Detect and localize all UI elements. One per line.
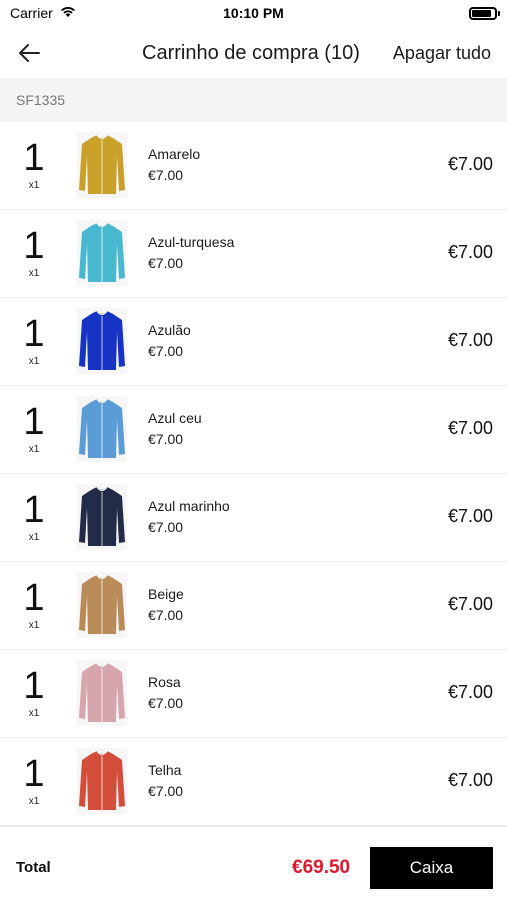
quantity: 1 x1	[14, 754, 54, 807]
product-name: Azul-turquesa	[148, 234, 235, 250]
cart-item-row[interactable]: 1 x1 Azul marinho €7.00 €7.00	[0, 474, 507, 562]
cardigan-icon	[79, 222, 125, 282]
quantity-value: 1	[23, 577, 45, 619]
product-name: Amarelo	[148, 146, 201, 162]
quantity: 1 x1	[14, 666, 54, 719]
cardigan-icon	[79, 574, 125, 634]
cardigan-icon	[79, 310, 125, 370]
cart-item-list: 1 x1 Amarelo €7.00 €7.00 1 x1 Azul-turqu…	[0, 122, 507, 826]
quantity: 1 x1	[14, 138, 54, 191]
quantity-value: 1	[23, 137, 45, 179]
quantity: 1 x1	[14, 226, 54, 279]
unit-price: €7.00	[148, 783, 184, 799]
cardigan-icon	[79, 662, 125, 722]
unit-price: €7.00	[148, 431, 184, 447]
page-title: Carrinho de compra (10)	[142, 42, 360, 64]
line-price: €7.00	[447, 418, 493, 438]
battery-icon	[469, 7, 500, 20]
cart-item-row[interactable]: 1 x1 Beige €7.00 €7.00	[0, 562, 507, 650]
quantity: 1 x1	[14, 578, 54, 631]
product-thumbnail	[77, 748, 127, 814]
quantity-value: 1	[23, 225, 45, 267]
product-name: Azulão	[148, 322, 191, 338]
unit-price: €7.00	[148, 255, 184, 271]
quantity-multiplier: x1	[28, 620, 40, 631]
line-price: €7.00	[447, 506, 493, 526]
line-price: €7.00	[447, 594, 493, 614]
product-name: Telha	[148, 762, 182, 778]
product-thumbnail	[77, 132, 127, 198]
total-label: Total	[16, 859, 51, 876]
battery-fill	[472, 10, 491, 17]
quantity-value: 1	[23, 313, 45, 355]
quantity-value: 1	[23, 489, 45, 531]
product-thumbnail	[77, 660, 127, 726]
unit-price: €7.00	[148, 167, 184, 183]
product-code: SF1335	[16, 92, 66, 108]
nav-bar: Carrinho de compra (10) Apagar tudo	[0, 28, 507, 78]
line-price: €7.00	[447, 682, 493, 702]
total-value: €69.50	[292, 857, 351, 878]
product-name: Rosa	[148, 674, 181, 690]
unit-price: €7.00	[148, 695, 184, 711]
quantity-multiplier: x1	[28, 708, 40, 719]
line-price: €7.00	[447, 770, 493, 790]
product-name: Azul ceu	[148, 410, 202, 426]
quantity: 1 x1	[14, 490, 54, 543]
cardigan-icon	[79, 134, 125, 194]
cardigan-icon	[79, 398, 125, 458]
unit-price: €7.00	[148, 343, 184, 359]
quantity-multiplier: x1	[28, 356, 40, 367]
cart-item-row[interactable]: 1 x1 Amarelo €7.00 €7.00	[0, 122, 507, 210]
cardigan-icon	[79, 750, 125, 810]
product-thumbnail	[77, 484, 127, 550]
back-button[interactable]	[14, 39, 44, 67]
product-thumbnail	[77, 396, 127, 462]
line-price: €7.00	[447, 154, 493, 174]
quantity-multiplier: x1	[28, 796, 40, 807]
cart-item-row[interactable]: 1 x1 Azul ceu €7.00 €7.00	[0, 386, 507, 474]
unit-price: €7.00	[148, 607, 184, 623]
arrow-left-icon	[19, 44, 40, 62]
checkout-bar: Total €69.50 Caixa	[0, 826, 507, 900]
quantity: 1 x1	[14, 402, 54, 455]
cart-item-row[interactable]: 1 x1 Rosa €7.00 €7.00	[0, 650, 507, 738]
quantity-value: 1	[23, 665, 45, 707]
section-header: SF1335	[0, 78, 507, 122]
cart-item-row[interactable]: 1 x1 Telha €7.00 €7.00	[0, 738, 507, 826]
status-bar: Carrier 10:10 PM	[0, 0, 507, 28]
product-thumbnail	[77, 572, 127, 638]
cart-item-row[interactable]: 1 x1 Azulão €7.00 €7.00	[0, 298, 507, 386]
quantity-value: 1	[23, 401, 45, 443]
clear-all-button[interactable]: Apagar tudo	[393, 43, 491, 64]
quantity-multiplier: x1	[28, 180, 40, 191]
quantity-value: 1	[23, 753, 45, 795]
product-thumbnail	[77, 308, 127, 374]
product-name: Beige	[148, 586, 184, 602]
product-thumbnail	[77, 220, 127, 286]
quantity: 1 x1	[14, 314, 54, 367]
cardigan-icon	[79, 486, 125, 546]
quantity-multiplier: x1	[28, 444, 40, 455]
product-name: Azul marinho	[148, 498, 230, 514]
status-time: 10:10 PM	[223, 5, 284, 21]
cart-item-row[interactable]: 1 x1 Azul-turquesa €7.00 €7.00	[0, 210, 507, 298]
line-price: €7.00	[447, 242, 493, 262]
quantity-multiplier: x1	[28, 268, 40, 279]
checkout-button[interactable]: Caixa	[370, 847, 493, 889]
line-price: €7.00	[447, 330, 493, 350]
quantity-multiplier: x1	[28, 532, 40, 543]
unit-price: €7.00	[148, 519, 184, 535]
